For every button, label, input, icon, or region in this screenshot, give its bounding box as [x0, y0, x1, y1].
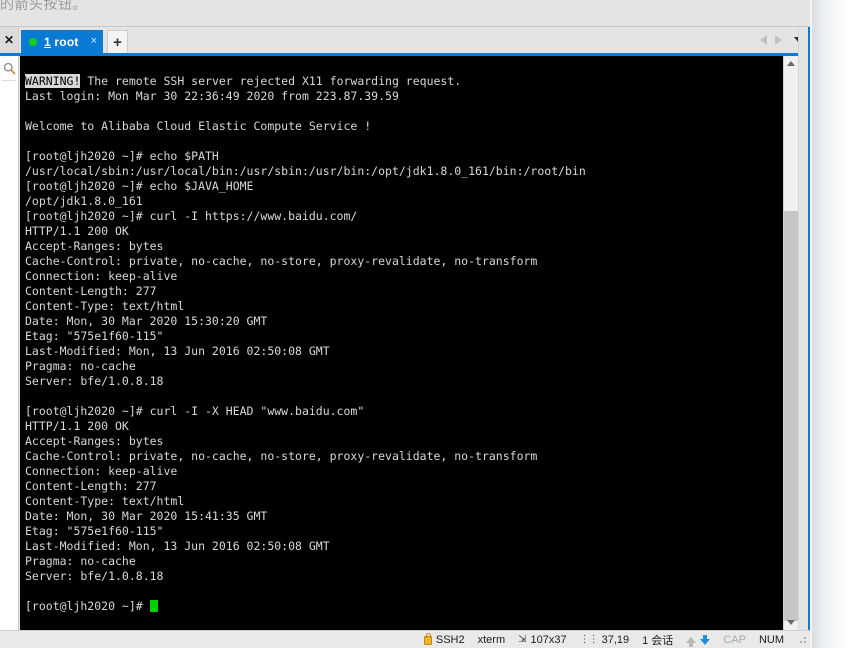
status-transfer-indicators [686, 634, 723, 647]
terminal-warning-tag: WARNING! [25, 74, 81, 88]
next-tab-icon[interactable] [775, 35, 782, 45]
previous-tab-icon[interactable] [760, 35, 767, 45]
terminal-line: [root@ljh2020 ~]# [25, 599, 783, 614]
terminal-line: [root@ljh2020 ~]# curl -I -X HEAD "www.b… [25, 404, 365, 418]
session-status-dot [29, 37, 37, 46]
terminal-line: Server: bfe/1.0.8.18 [25, 569, 164, 583]
status-session-count-label: 1 会话 [642, 634, 674, 647]
tab-root-session[interactable]: 1 root × [21, 30, 103, 53]
status-screen-size: ⇲ 107x37 [518, 634, 579, 646]
terminal-line: Cache-Control: private, no-cache, no-sto… [25, 449, 538, 463]
terminal-line: Content-Type: text/html [25, 494, 185, 508]
terminal-line: Connection: keep-alive [25, 464, 178, 478]
new-tab-button[interactable]: + [107, 30, 128, 53]
terminal-line: Date: Mon, 30 Mar 2020 15:41:35 GMT [25, 509, 268, 523]
window-accent-edge [808, 27, 810, 648]
terminal-scrollbar[interactable] [783, 56, 798, 630]
status-protocol-label: SSH2 [435, 633, 465, 646]
terminal-line: Last-Modified: Mon, 13 Jun 2016 02:50:08… [25, 539, 330, 553]
terminal-line: Etag: "575e1f60-115" [25, 524, 164, 538]
terminal-line: Welcome to Alibaba Cloud Elastic Compute… [25, 119, 372, 133]
terminal-line: Accept-Ranges: bytes [25, 434, 164, 448]
close-icon[interactable]: ✕ [0, 27, 19, 53]
chevron-down-icon [787, 620, 795, 625]
tab-index: 1 [44, 34, 51, 49]
status-protocol[interactable]: SSH2 [423, 633, 478, 646]
terminal-line: [root@ljh2020 ~]# echo $PATH [25, 149, 219, 163]
rail-divider [2, 80, 16, 81]
status-emulation-label: xterm [477, 633, 506, 646]
status-caps-lock-label: CAP [723, 633, 746, 646]
scroll-up-button[interactable] [784, 56, 798, 71]
terminal-line: Server: bfe/1.0.8.18 [25, 374, 164, 388]
terminal-line: Accept-Ranges: bytes [25, 239, 164, 253]
rail-search-icon[interactable] [0, 56, 19, 80]
status-bar: SSH2 xterm ⇲ 107x37 ⋮⋮ 37,19 1 会话 CAP NU… [0, 630, 810, 648]
status-num-lock: NUM [759, 634, 797, 646]
resize-icon: ⇲ [518, 634, 527, 645]
status-session-count: 1 会话 [642, 632, 686, 648]
terminal-line: Content-Length: 277 [25, 479, 157, 493]
cursor-position-icon: ⋮⋮ [579, 634, 599, 645]
tab-label: 1 root [44, 35, 79, 49]
background-page-banner: 的箭头按钮。 [0, 0, 810, 26]
terminal-line: Pragma: no-cache [25, 359, 136, 373]
status-caps-lock: CAP [723, 634, 759, 646]
terminal-output[interactable]: WARNING! The remote SSH server rejected … [20, 56, 783, 630]
chevron-up-icon [787, 61, 795, 66]
terminal-line: Content-Length: 277 [25, 284, 157, 298]
banner-text: 的箭头按钮。 [0, 0, 87, 13]
upload-arrow-icon [686, 636, 697, 647]
status-num-lock-label: NUM [758, 633, 784, 646]
lock-icon [423, 633, 432, 645]
status-emulation[interactable]: xterm [478, 634, 519, 646]
terminal-line: Last login: Mon Mar 30 22:36:49 2020 fro… [25, 89, 399, 103]
status-cursor-position: ⋮⋮ 37,19 [580, 634, 643, 646]
scroll-down-button[interactable] [784, 615, 798, 630]
terminal-line: HTTP/1.1 200 OK [25, 224, 129, 238]
status-screen-size-label: 107x37 [530, 633, 567, 646]
tab-close-icon[interactable]: × [91, 36, 97, 47]
resize-grip[interactable] [797, 634, 808, 645]
tab-title: root [54, 34, 79, 49]
terminal-line: /opt/jdk1.8.0_161 [25, 194, 143, 208]
tab-bar: ✕ 1 root × + [0, 27, 810, 53]
terminal-line: [root@ljh2020 ~]# curl -I https://www.ba… [25, 209, 358, 223]
terminal-line: Connection: keep-alive [25, 269, 178, 283]
terminal-cursor [149, 600, 158, 612]
terminal-line: /usr/local/sbin:/usr/local/bin:/usr/sbin… [25, 164, 586, 178]
left-icon-rail [0, 56, 19, 630]
status-cursor-position-label: 37,19 [601, 633, 630, 646]
terminal-line: Pragma: no-cache [25, 554, 136, 568]
terminal-line: Date: Mon, 30 Mar 2020 15:30:20 GMT [25, 314, 268, 328]
terminal-line: [root@ljh2020 ~]# echo $JAVA_HOME [25, 179, 254, 193]
download-arrow-icon [700, 634, 711, 645]
terminal-app-window: ✕ 1 root × + WARNING! The remote SSH ser… [0, 26, 810, 648]
terminal-line: Cache-Control: private, no-cache, no-sto… [25, 254, 538, 268]
scrollbar-thumb[interactable] [784, 211, 798, 621]
terminal-line: Etag: "575e1f60-115" [25, 329, 164, 343]
terminal-line: Content-Type: text/html [25, 299, 185, 313]
terminal-line: WARNING! The remote SSH server rejected … [25, 74, 462, 88]
page-gutter [812, 0, 849, 648]
terminal-line: HTTP/1.1 200 OK [25, 419, 129, 433]
terminal-line: Last-Modified: Mon, 13 Jun 2016 02:50:08… [25, 344, 330, 358]
